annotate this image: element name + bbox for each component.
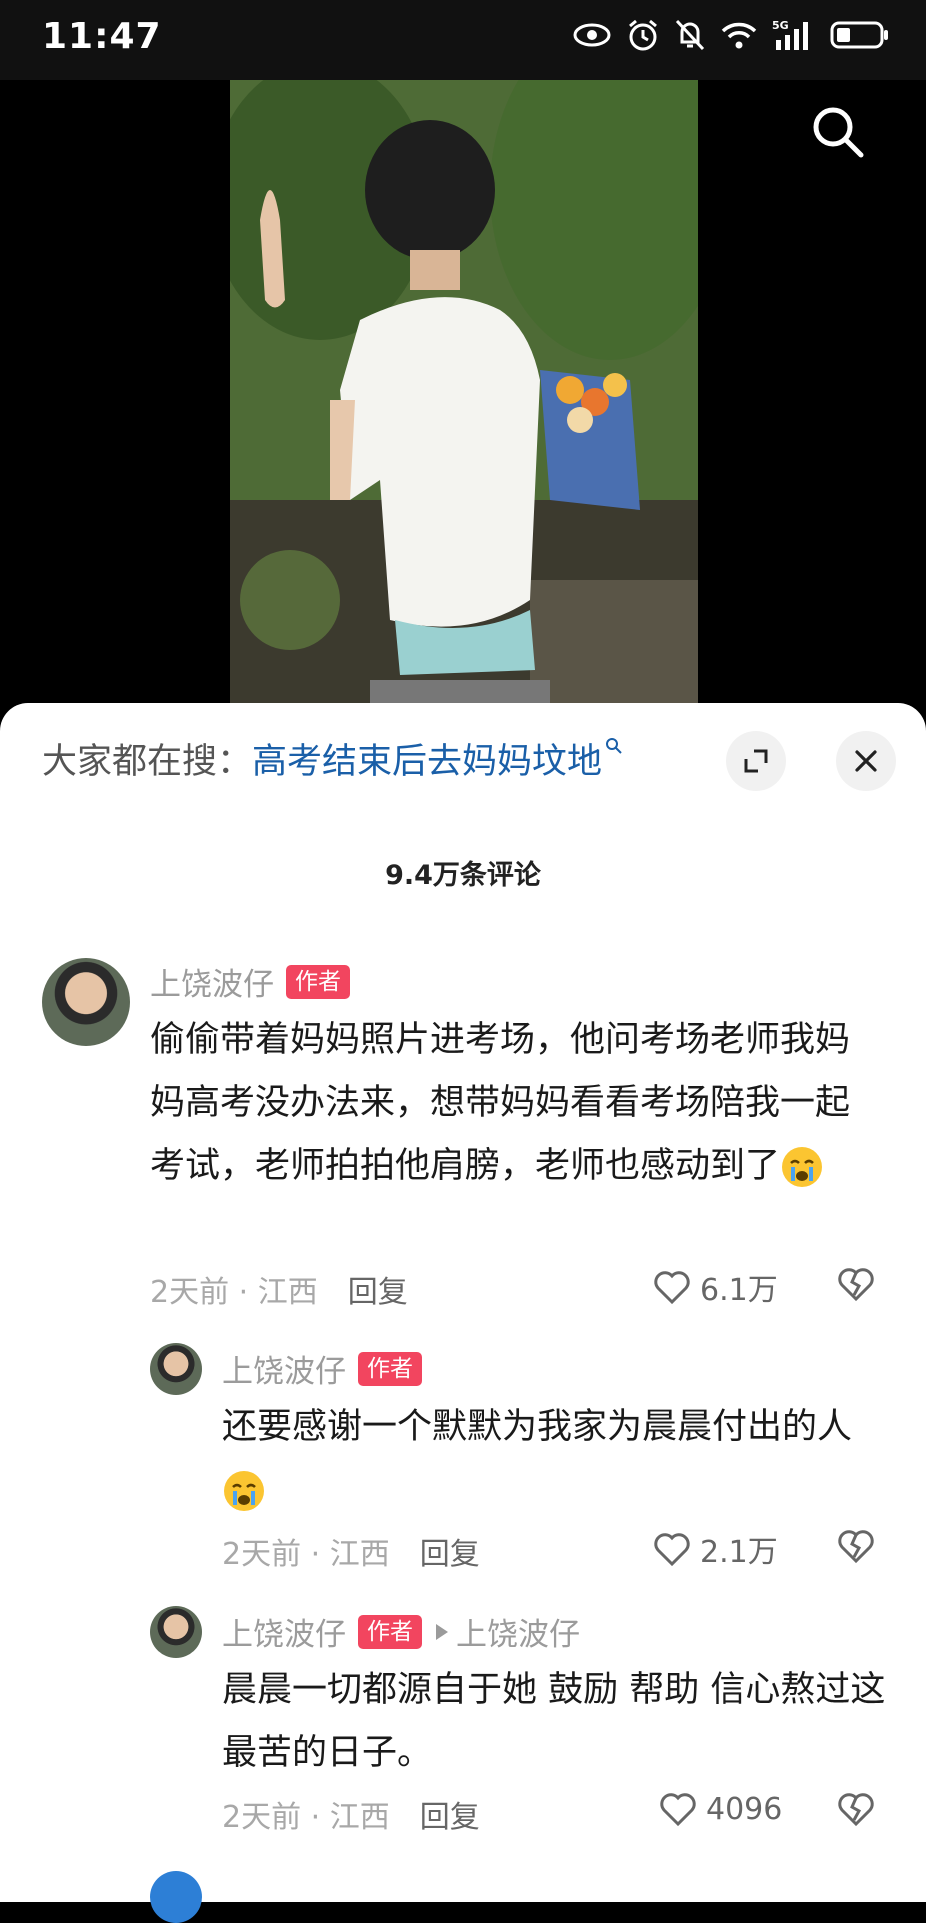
- heart-icon: [660, 1793, 696, 1827]
- avatar[interactable]: [150, 1606, 202, 1658]
- like-count: 6.1万: [700, 1273, 778, 1308]
- status-icons: 5G: [572, 18, 890, 52]
- comment-time: 2天前: [150, 1275, 230, 1310]
- reply-to-username: 上饶波仔: [456, 1617, 580, 1653]
- like-button[interactable]: 6.1万: [652, 1265, 778, 1309]
- like-count: 2.1万: [700, 1535, 778, 1570]
- comments-count: 9.4万条评论: [385, 860, 541, 891]
- dislike-icon: [838, 1793, 874, 1827]
- comment-text: 偷偷带着妈妈照片进考场，他问考场老师我妈妈高考没办法来，想带妈妈看看考场陪我一起…: [150, 1009, 870, 1198]
- dislike-button[interactable]: [836, 1527, 876, 1569]
- search-icon: [813, 107, 864, 158]
- small-search-icon: [606, 738, 622, 754]
- comment-time: 2天前: [222, 1537, 302, 1572]
- comment-text: 晨晨一切都源自于她 鼓励 帮助 信心熬过这最苦的日子。: [222, 1659, 892, 1785]
- video-frame[interactable]: [230, 80, 698, 710]
- status-time: 11:47: [42, 16, 162, 57]
- comment-meta: 2天前 · 江西 回复: [222, 1537, 480, 1572]
- search-button[interactable]: [810, 104, 866, 164]
- comment-username[interactable]: 上饶波仔: [150, 959, 274, 1004]
- heart-icon: [654, 1533, 690, 1567]
- comment-username-row: 上饶波仔 作者: [150, 959, 350, 1004]
- comment-location: 江西: [257, 1275, 318, 1310]
- dislike-button[interactable]: [836, 1790, 876, 1832]
- expand-icon: [744, 749, 768, 773]
- eye-icon: [573, 23, 611, 47]
- like-count: 4096: [706, 1791, 783, 1827]
- dislike-icon: [838, 1530, 874, 1564]
- trending-keyword[interactable]: 高考结束后去妈妈坟地: [252, 742, 602, 782]
- alarm-icon: [629, 19, 657, 51]
- reply-button[interactable]: 回复: [420, 1800, 480, 1835]
- comment-username[interactable]: 上饶波仔: [222, 1609, 346, 1654]
- comment-location: 江西: [329, 1800, 390, 1835]
- comment-text-content: 还要感谢一个默默为我家为晨晨付出的人: [222, 1407, 853, 1447]
- video-player[interactable]: [0, 80, 926, 710]
- comment-username-row: 上饶波仔 作者: [222, 1346, 422, 1391]
- author-badge: 作者: [358, 1614, 422, 1649]
- signal-icon: 5G: [772, 19, 808, 50]
- avatar[interactable]: [150, 1871, 202, 1923]
- comment-meta: 2天前 · 江西 回复: [150, 1275, 408, 1310]
- reply-button[interactable]: 回复: [420, 1537, 480, 1572]
- comment-username-row: 上饶波仔 作者 上饶波仔: [222, 1609, 580, 1654]
- dislike-button[interactable]: [836, 1265, 876, 1307]
- comment-sheet: 大家都在搜：高考结束后去妈妈坟地 9.4万条评论 上饶波仔 作者 偷偷带着妈妈照…: [0, 703, 926, 1923]
- avatar[interactable]: [150, 1343, 202, 1395]
- crying-emoji-icon: [782, 1147, 823, 1187]
- wifi-icon: [721, 22, 757, 49]
- close-button[interactable]: [836, 731, 896, 791]
- comment-text-content: 晨晨一切都源自于她 鼓励 帮助 信心熬过这最苦的日子。: [222, 1670, 886, 1773]
- expand-button[interactable]: [726, 731, 786, 791]
- trending-prefix: 大家都在搜：: [42, 742, 253, 782]
- comment-text-content: 偷偷带着妈妈照片进考场，他问考场老师我妈妈高考没办法来，想带妈妈看看考场陪我一起…: [150, 1020, 851, 1186]
- author-badge: 作者: [286, 964, 350, 999]
- dislike-icon: [838, 1268, 874, 1302]
- like-button[interactable]: 4096: [658, 1790, 782, 1828]
- reply-button[interactable]: 回复: [348, 1275, 408, 1310]
- comment-meta: 2天前 · 江西 回复: [222, 1800, 480, 1835]
- network-label: 5G: [772, 19, 789, 32]
- reply-to[interactable]: 上饶波仔: [434, 1609, 580, 1654]
- author-badge: 作者: [358, 1351, 422, 1386]
- status-bar: 11:47 5G: [0, 0, 926, 80]
- comment-location: 江西: [329, 1537, 390, 1572]
- comment-username[interactable]: 上饶波仔: [222, 1346, 346, 1391]
- close-icon: [855, 750, 877, 772]
- trending-search[interactable]: 大家都在搜：高考结束后去妈妈坟地: [42, 733, 623, 784]
- video-thumbnail-image: [230, 80, 698, 710]
- crying-emoji-icon: [224, 1471, 264, 1511]
- comment-time: 2天前: [222, 1800, 302, 1835]
- like-button[interactable]: 2.1万: [652, 1527, 778, 1571]
- comment-text: 还要感谢一个默默为我家为晨晨付出的人: [222, 1396, 882, 1522]
- battery-icon: [830, 21, 888, 49]
- reply-arrow-icon: [436, 1623, 448, 1640]
- avatar[interactable]: [42, 958, 130, 1046]
- mute-icon: [675, 19, 705, 51]
- heart-icon: [654, 1271, 690, 1305]
